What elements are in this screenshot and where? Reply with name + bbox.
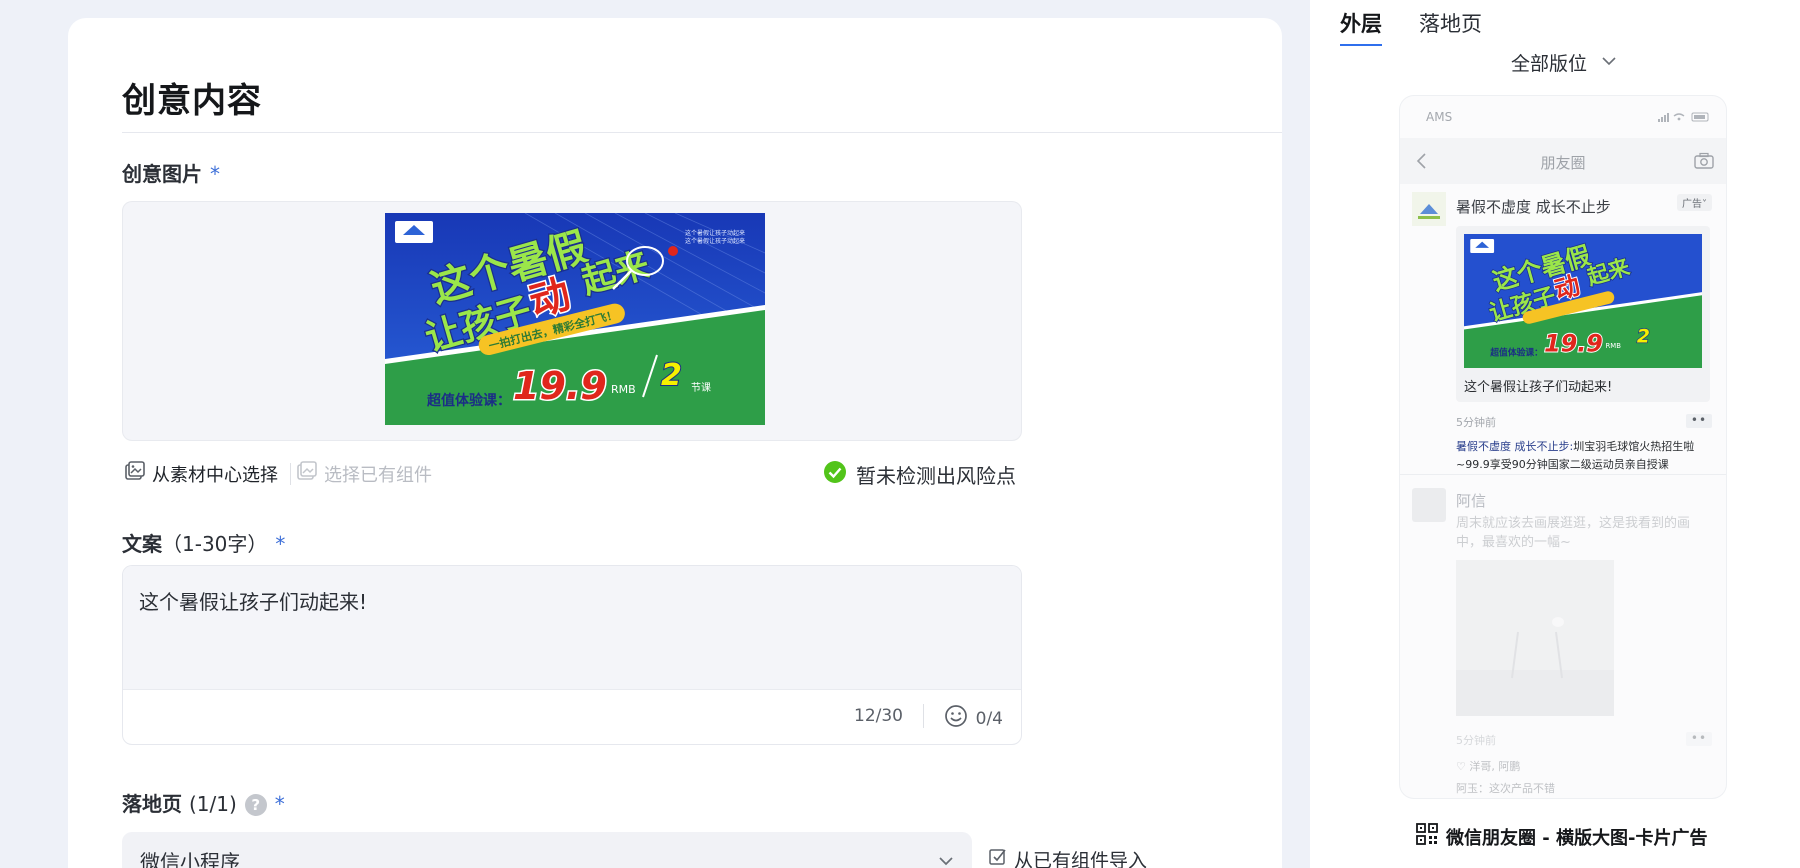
material-center-label: 从素材中心选择 xyxy=(152,464,278,486)
carrier-label: AMS xyxy=(1426,110,1453,124)
landing-type-select[interactable]: 微信小程序 xyxy=(122,832,972,868)
landing-type-value: 微信小程序 xyxy=(140,850,240,868)
friend-post-text: 周末就应该去画展逛逛，这是我看到的画中，最喜欢的一幅~ xyxy=(1456,516,1691,550)
svg-text:19.9: 19.9 xyxy=(1544,329,1603,357)
svg-text:2: 2 xyxy=(1637,326,1650,348)
copy-textarea[interactable]: 这个暑假让孩子们动起来! xyxy=(123,566,1021,690)
svg-text:节课: 节课 xyxy=(691,382,711,394)
ad-post-menu-button[interactable]: •• xyxy=(1686,414,1712,428)
position-select-value: 全部版位 xyxy=(1511,53,1588,75)
tab-outer[interactable]: 外层 xyxy=(1340,8,1382,38)
ad-post-comment: 暑假不虚度 成长不止步:圳宝羽毛球馆火热招生啦~99.9享受90分钟国家二级运动… xyxy=(1456,438,1714,474)
nav-title: 朋友圈 xyxy=(1540,154,1586,172)
image-label-text: 创意图片 xyxy=(122,162,202,186)
comment-author: 暑假不虚度 成长不止步: xyxy=(1456,440,1574,453)
svg-text:RMB: RMB xyxy=(1606,342,1622,350)
friend-post: 阿信 周末就应该去画展逛逛，这是我看到的画中，最喜欢的一幅~ 5分钟前 •• ♡… xyxy=(1400,488,1726,798)
moments-navbar: 朋友圈 xyxy=(1400,138,1726,184)
image-library-icon xyxy=(124,460,146,487)
footer-separator xyxy=(923,704,924,728)
import-label: 从已有组件导入 xyxy=(1014,850,1148,868)
ad-badge-chevron: ˅ xyxy=(1702,199,1707,210)
chevron-down-icon xyxy=(938,850,954,866)
landing-count: (1/1) xyxy=(188,792,237,816)
friend-name: 阿信 xyxy=(1456,492,1487,510)
friend-reply: 阿玉：这次产品不错 xyxy=(1456,782,1555,795)
copy-textarea-box: 这个暑假让孩子们动起来! 12/30 0/4 xyxy=(122,565,1022,745)
svg-text:这个暑假让孩子动起来: 这个暑假让孩子动起来 xyxy=(685,229,745,237)
edit-checkbox-icon xyxy=(988,847,1008,868)
image-actions: 从素材中心选择 选择已有组件 暂未检测出风险点 xyxy=(116,460,1016,488)
import-from-component[interactable]: 从已有组件导入 xyxy=(988,846,1147,868)
help-icon[interactable]: ? xyxy=(244,794,267,816)
creative-image[interactable]: 这个暑假让孩子动起来 这个暑假让孩子动起来 这个暑假 让孩子 动 起来 一拍打出… xyxy=(385,213,765,425)
svg-text:2: 2 xyxy=(661,358,682,393)
camera-icon[interactable] xyxy=(1694,152,1714,170)
friend-likes: ♡ 洋哥, 阿鹏 xyxy=(1456,760,1521,773)
active-tab-underline xyxy=(1340,44,1382,46)
risk-status-text: 暂未检测出风险点 xyxy=(856,464,1016,488)
preview-panel: 外层 落地页 全部版位 AMS 朋友圈 暑假不虚度 成长不止步 广告˅ 这个暑假… xyxy=(1310,0,1800,868)
required-mark: * xyxy=(275,532,286,556)
position-select[interactable]: 全部版位 xyxy=(1511,49,1617,76)
status-bar: AMS xyxy=(1400,96,1726,138)
svg-text:超值体验课：: 超值体验课： xyxy=(1489,346,1543,358)
advertiser-name: 暑假不虚度 成长不止步 xyxy=(1456,198,1611,216)
image-field-label: 创意图片 * xyxy=(122,158,220,187)
existing-component-label: 选择已有组件 xyxy=(324,464,432,486)
post-divider xyxy=(1400,474,1726,475)
copy-footer: 12/30 0/4 xyxy=(123,690,1021,744)
select-existing-component[interactable]: 选择已有组件 xyxy=(296,460,432,487)
action-separator xyxy=(290,463,291,485)
friend-post-time: 5分钟前 xyxy=(1456,734,1496,747)
emoji-picker[interactable]: 0/4 xyxy=(944,704,1003,733)
copy-length-hint: （1-30字） xyxy=(162,532,268,556)
advertiser-avatar xyxy=(1412,192,1446,226)
landing-label-text: 落地页 xyxy=(122,792,182,816)
required-mark: * xyxy=(210,162,220,186)
component-image-icon xyxy=(296,460,318,487)
check-circle-icon xyxy=(823,460,847,489)
smile-icon xyxy=(944,704,968,733)
chevron-down-icon xyxy=(1601,52,1617,74)
preview-caption: 微信朋友圈 - 横版大图-卡片广告 xyxy=(1416,823,1707,850)
landing-field-label: 落地页 (1/1)? * xyxy=(122,788,285,817)
risk-check-status: 暂未检测出风险点 xyxy=(823,460,1016,489)
friend-photo xyxy=(1456,560,1614,716)
ad-card[interactable]: 这个暑假 让孩子 动 起来 超值体验课： 19.9 RMB 2 这个暑假让孩子们… xyxy=(1456,226,1710,402)
friend-avatar xyxy=(1412,488,1446,522)
title-divider xyxy=(122,132,1282,133)
select-from-material-center[interactable]: 从素材中心选择 xyxy=(124,460,278,487)
copy-field-label: 文案（1-30字） * xyxy=(122,528,285,557)
friend-post-menu-button[interactable]: •• xyxy=(1686,732,1712,746)
svg-text:超值体验课：: 超值体验课： xyxy=(426,392,511,409)
creative-image-box[interactable]: 这个暑假让孩子动起来 这个暑假让孩子动起来 这个暑假 让孩子 动 起来 一拍打出… xyxy=(122,201,1022,441)
svg-text:这个暑假让孩子动起来: 这个暑假让孩子动起来 xyxy=(685,237,745,245)
ad-caption: 这个暑假让孩子们动起来! xyxy=(1464,380,1613,395)
phone-preview: AMS 朋友圈 暑假不虚度 成长不止步 广告˅ 这个暑假 让孩子 动 起来 超值… xyxy=(1400,96,1726,798)
qr-code-icon[interactable] xyxy=(1416,823,1438,850)
ad-card-image: 这个暑假 让孩子 动 起来 超值体验课： 19.9 RMB 2 xyxy=(1464,234,1702,368)
section-title: 创意内容 xyxy=(122,81,262,121)
tab-landing-page[interactable]: 落地页 xyxy=(1419,8,1482,38)
required-mark: * xyxy=(274,792,285,816)
ad-badge-text: 广告 xyxy=(1682,199,1702,210)
copy-label-text: 文案 xyxy=(122,532,162,556)
signal-battery-icon xyxy=(1658,111,1712,123)
creative-content-card: 创意内容 创意图片 * 这个暑假让孩子动起来 这个暑假让孩子动起来 这个暑假 让… xyxy=(68,18,1282,868)
ad-badge[interactable]: 广告˅ xyxy=(1677,194,1712,211)
preview-caption-text: 微信朋友圈 - 横版大图-卡片广告 xyxy=(1446,827,1708,849)
char-count: 12/30 xyxy=(854,706,903,726)
emoji-count: 0/4 xyxy=(975,708,1003,729)
svg-text:RMB: RMB xyxy=(611,383,636,396)
ad-post-time: 5分钟前 xyxy=(1456,416,1496,429)
svg-text:19.9: 19.9 xyxy=(513,364,607,408)
